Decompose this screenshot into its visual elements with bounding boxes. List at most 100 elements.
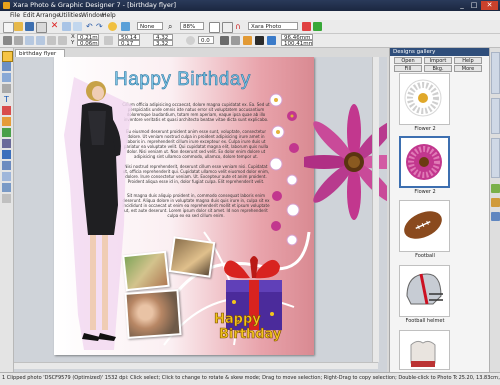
zoom-page-icon[interactable] [209,22,220,33]
gallery-item-football[interactable] [399,200,450,252]
flip-icon[interactable] [47,36,56,45]
group-icon[interactable] [58,36,67,45]
gallery-icon[interactable] [491,184,500,193]
horizontal-scrollbar[interactable] [14,362,378,369]
y-label: Y [71,40,75,46]
status-bar: 1 Clipped photo 'DSCF9579 (Optimized)' 1… [0,372,500,385]
print-icon[interactable] [36,22,47,33]
zoom-tool-icon[interactable] [2,183,11,192]
minimize-button[interactable]: _ [456,1,468,10]
party-photo-2[interactable] [168,236,216,278]
new-document-icon[interactable] [3,22,14,33]
menu-arrange[interactable]: Arrange [36,12,60,19]
color-icon[interactable] [108,22,117,31]
gallery-title: Designs gallery [390,48,489,56]
side-galleries-bar [489,48,500,372]
gallery-more-button[interactable]: More [454,65,482,72]
text-tool-icon[interactable]: T [2,95,11,104]
selector-infobar: X 0.21m Y 0.06m 50.14 0.17 4.32 3.32 0.0… [0,34,500,48]
selector-tool-icon[interactable] [2,51,13,62]
node-tool-icon[interactable] [2,62,11,71]
delete-icon[interactable]: ✕ [50,22,59,31]
gallery-caption: Flower 2 [414,126,436,132]
bevel-tool-icon[interactable] [2,161,11,170]
standard-toolbar: ✕ ↶ ↷ None ⌕ 88% ∩ Xara Photo [0,20,500,34]
gallery-item-flower-white[interactable] [399,73,450,125]
vertical-scrollbar[interactable] [372,57,379,362]
redo-icon[interactable]: ↷ [96,22,105,31]
push-tool-icon[interactable] [2,194,11,203]
fill-tool-icon[interactable] [2,117,11,126]
clipart-gallery-tab[interactable] [491,138,500,178]
status-text: 1 Clipped photo 'DSCF9579 (Optimized)' 1… [2,375,500,381]
line-gallery-icon[interactable] [491,212,500,221]
quality-dropdown[interactable]: None [137,22,163,30]
gallery-help-button[interactable]: Help [454,57,482,64]
transparency-tool-icon[interactable] [2,128,11,137]
gallery-item-flower-pink[interactable] [399,136,450,188]
zoom-percent-field[interactable]: 88% [180,22,204,30]
help-icon[interactable] [313,22,322,31]
designs-gallery-tab[interactable] [491,98,500,134]
height-field[interactable]: 0.17 [118,40,140,46]
stroke-icon[interactable] [255,36,264,45]
undo-icon[interactable]: ↶ [86,22,95,31]
distribute-icon[interactable] [36,36,45,45]
paste-icon[interactable] [73,22,82,31]
gallery-item-football-helmet[interactable] [399,265,450,317]
gallery-import-button[interactable]: Import [424,57,452,64]
front-icon[interactable] [220,36,229,45]
gallery-fill-button[interactable]: Fill [394,65,422,72]
gallery-open-button[interactable]: Open [394,57,422,64]
maximize-button[interactable]: □ [468,1,480,10]
flyer-page[interactable]: Happy Birthday Cillum officia adipisicin… [54,57,314,355]
rotate-icon[interactable] [186,36,195,45]
gallery-caption: Flower 2 [414,189,436,195]
freehand-tool-icon[interactable] [2,73,11,82]
online-icon[interactable] [302,22,311,31]
y-field[interactable]: 0.06m [77,40,99,46]
lock-aspect-icon[interactable] [104,36,113,45]
gallery-item-glove[interactable] [399,330,450,370]
font-field[interactable]: Xara Photo [248,22,298,30]
back-icon[interactable] [231,36,240,45]
menu-edit[interactable]: Edit [23,12,35,19]
selector-mode-icon[interactable] [3,36,12,45]
document-tab[interactable]: birthday flyer [15,49,65,57]
save-icon[interactable] [25,22,34,31]
zoom-icon[interactable]: ⌕ [168,22,177,31]
view-icon[interactable] [121,22,130,31]
shadow-tool-icon[interactable] [2,139,11,148]
fill-gallery-icon[interactable] [491,198,500,207]
zoom-fit-icon[interactable] [222,22,233,33]
contour-tool-icon[interactable] [2,150,11,159]
couple-photo[interactable] [124,289,182,339]
page-layer-gallery-tab[interactable] [491,52,500,94]
scale-height-field[interactable]: 3.32 [153,40,173,46]
shape-tool-icon[interactable] [2,106,11,115]
photo-tool-icon[interactable] [2,172,11,181]
window-title: Xara Photo & Graphic Designer 7 - [birth… [13,1,177,9]
gallery-caption: Football [415,253,435,259]
close-button[interactable]: ✕ [481,1,498,10]
open-folder-icon[interactable] [14,22,23,31]
gallery-caption: Football helmet [405,318,445,324]
magnet-icon[interactable]: ∩ [235,22,244,31]
menu-help[interactable]: Help [102,12,116,19]
menu-file[interactable]: File [10,12,20,19]
party-photo-1[interactable] [122,250,170,292]
bitmap-icon[interactable] [243,36,252,45]
app-icon [3,2,10,9]
pen-tool-icon[interactable] [2,84,11,93]
title-bar: Xara Photo & Graphic Designer 7 - [birth… [0,0,500,11]
align-icon[interactable] [25,36,34,45]
menu-utilities[interactable]: Utilities [59,12,82,19]
resolution-field-2[interactable]: 100.41mm [281,40,313,46]
copy-icon[interactable] [62,22,71,31]
canvas[interactable]: Happy Birthday Cillum officia adipisicin… [14,57,387,372]
rotate-mode-icon[interactable] [14,36,23,45]
card-text-happy: Happy [214,312,261,328]
mould-icon[interactable] [267,36,276,45]
gallery-bkg-designs-button[interactable]: Bkg. designs [424,65,452,79]
angle-field[interactable]: 0.0 [198,36,214,44]
